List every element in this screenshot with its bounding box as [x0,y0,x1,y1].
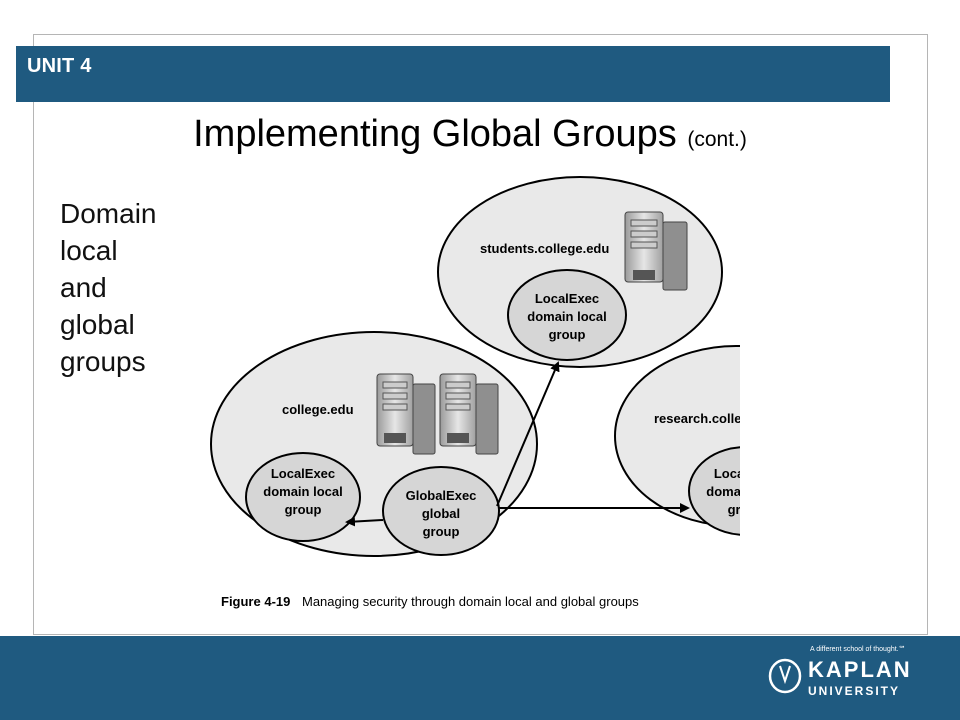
side-text-line: Domain [60,198,157,229]
title-main: Implementing Global Groups [193,113,677,155]
group-label-line: group [423,524,460,539]
domain-label-research: research.college.edu [654,411,740,426]
title-suffix: (cont.) [687,128,747,151]
shield-icon [768,658,802,694]
group-label-line: domain local [263,484,342,499]
group-label-line: group [285,502,322,517]
group-label-line: GlobalExec [406,488,477,503]
server-icon [439,373,499,455]
group-label-line: LocalExec [271,466,335,481]
side-text-line: groups [60,346,146,377]
group-label-line: LocalExec [714,466,740,481]
kaplan-logo: KAPLAN UNIVERSITY [768,657,912,698]
caption-text: Managing security through domain local a… [302,594,639,609]
side-text-line: and [60,272,107,303]
caption-label: Figure 4-19 [221,594,290,609]
server-icon [624,211,688,291]
server-icon [376,373,436,455]
group-label-line: LocalExec [535,291,599,306]
domain-label-students: students.college.edu [480,241,609,256]
group-label-line: global [422,506,460,521]
logo-line2: UNIVERSITY [808,684,900,698]
tagline: A different school of thought.℠ [810,646,906,653]
side-text-line: local [60,235,118,266]
unit-label: UNIT 4 [27,55,92,77]
group-label-line: domain local [527,309,606,324]
group-label-line: group [549,327,586,342]
group-label-line: group [728,502,740,517]
slide-title: Implementing Global Groups (cont.) [0,113,940,156]
figure-caption: Figure 4-19 Managing security through do… [221,594,639,609]
torch-icon [779,665,791,685]
domain-diagram: students.college.edu LocalExec domain lo… [210,176,740,609]
side-text-line: global [60,309,135,340]
domain-label-college: college.edu [282,402,354,417]
side-text: Domain local and global groups [60,195,190,380]
group-label-line: domain local [706,484,740,499]
logo-line1: KAPLAN [808,657,912,682]
unit-header-bar [16,46,890,102]
